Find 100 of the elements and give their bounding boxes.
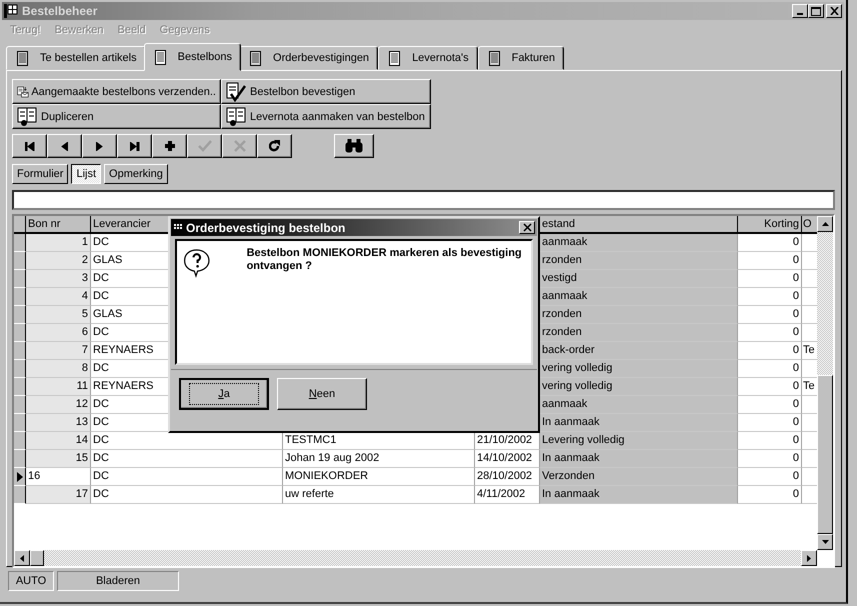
table-cell: 3	[26, 270, 91, 288]
row-indicator[interactable]	[14, 342, 26, 360]
table-cell: aanmaak	[540, 396, 738, 414]
column-header[interactable]: Korting	[738, 216, 802, 234]
table-cell: DC	[91, 468, 283, 486]
right-arrow-icon	[807, 554, 811, 562]
row-indicator[interactable]	[14, 468, 26, 486]
table-cell: 7	[26, 342, 91, 360]
row-indicator[interactable]	[14, 288, 26, 306]
action-button[interactable]: Dupliceren	[12, 104, 221, 129]
table-cell: 0	[738, 342, 802, 360]
tab[interactable]: Bestelbons	[144, 43, 242, 71]
table-icon	[488, 50, 500, 66]
action-button[interactable]: Aangemaakte bestelbons verzenden..	[12, 79, 221, 104]
table-cell: In aanmaak	[540, 450, 738, 468]
action-button[interactable]: Bestelbon bevestigen	[221, 79, 431, 104]
refresh-icon	[268, 140, 280, 152]
table-cell: 0	[738, 450, 802, 468]
scroll-thumb[interactable]	[30, 550, 44, 566]
navigator-button[interactable]	[257, 134, 292, 158]
tab[interactable]: Levernota's	[378, 46, 478, 70]
horizontal-scrollbar[interactable]	[14, 550, 817, 566]
up-arrow-icon	[822, 222, 828, 226]
row-indicator[interactable]	[14, 432, 26, 450]
view-tab[interactable]: Opmerking	[104, 164, 168, 184]
dialog-button[interactable]: Ja	[179, 378, 269, 410]
table-icon	[154, 50, 166, 64]
table-cell: 6	[26, 324, 91, 342]
binoculars-icon	[345, 139, 363, 153]
navigator-button[interactable]	[117, 134, 152, 158]
input-field[interactable]	[12, 190, 835, 210]
table-cell: 17	[26, 486, 91, 504]
first-icon	[24, 142, 34, 150]
vertical-scrollbar[interactable]	[817, 216, 833, 550]
row-indicator[interactable]	[14, 306, 26, 324]
table-cell: Levering volledig	[540, 432, 738, 450]
row-indicator[interactable]	[14, 450, 26, 468]
search-button[interactable]	[334, 134, 374, 158]
tab[interactable]: Te bestellen artikels	[6, 46, 146, 70]
navigator-button[interactable]	[152, 134, 187, 158]
next-icon	[96, 142, 103, 150]
tab[interactable]: Orderbevestigingen	[239, 46, 378, 70]
maximize-button[interactable]	[808, 4, 824, 18]
table-cell: rzonden	[540, 324, 738, 342]
navigator-button[interactable]	[12, 134, 47, 158]
row-indicator[interactable]	[14, 414, 26, 432]
grid-icon	[174, 224, 183, 232]
status-panel: Bladeren	[57, 571, 179, 591]
status-panel: AUTO	[8, 571, 54, 591]
table-cell: back-order	[540, 342, 738, 360]
grid-icon	[4, 4, 18, 18]
navigator-button[interactable]	[47, 134, 82, 158]
close-icon	[522, 223, 532, 232]
row-indicator[interactable]	[14, 486, 26, 504]
table-cell: 5	[26, 306, 91, 324]
table-cell: 0	[738, 234, 802, 252]
table-icon	[389, 50, 400, 66]
view-tab[interactable]: Formulier	[12, 164, 68, 184]
row-indicator[interactable]	[14, 360, 26, 378]
table-cell: 15	[26, 450, 91, 468]
close-icon	[830, 7, 838, 15]
table-cell: 0	[738, 378, 802, 396]
action-button[interactable]: Levernota aanmaken van bestelbon	[221, 104, 431, 129]
column-header[interactable]: estand	[540, 216, 738, 234]
close-button[interactable]	[826, 4, 842, 18]
table-cell: 0	[738, 468, 802, 486]
table-cell: Johan 19 aug 2002	[283, 450, 475, 468]
close-button[interactable]	[519, 221, 535, 234]
column-header[interactable]: Bon nr	[26, 216, 91, 234]
table-cell: 0	[738, 324, 802, 342]
navigator-button[interactable]	[82, 134, 117, 158]
table-icon	[250, 50, 262, 66]
table-cell: aanmaak	[540, 234, 738, 252]
last-icon	[130, 142, 140, 150]
table-cell: 0	[738, 288, 802, 306]
cross-icon	[234, 140, 246, 152]
minimize-button[interactable]	[792, 4, 808, 18]
table-cell: rzonden	[540, 306, 738, 324]
row-indicator[interactable]	[14, 270, 26, 288]
table-cell: 4	[26, 288, 91, 306]
view-tab[interactable]: Lijst	[71, 164, 102, 184]
table-cell: 0	[738, 252, 802, 270]
table-cell: rzonden	[540, 252, 738, 270]
document-check-icon	[226, 82, 248, 102]
scroll-thumb[interactable]	[817, 374, 833, 534]
row-indicator[interactable]	[14, 324, 26, 342]
table-icon	[17, 50, 28, 66]
table-cell: 0	[738, 270, 802, 288]
row-indicator[interactable]	[14, 252, 26, 270]
tab[interactable]: Fakturen	[478, 46, 564, 70]
table-cell: uw referte	[283, 486, 475, 504]
dialog-button[interactable]: Neen	[277, 378, 367, 410]
table-cell: 8	[26, 360, 91, 378]
window-title: Bestelbeheer	[22, 4, 98, 18]
row-indicator[interactable]	[14, 396, 26, 414]
row-indicator[interactable]	[14, 378, 26, 396]
row-indicator[interactable]	[14, 234, 26, 252]
table-cell: 0	[738, 396, 802, 414]
table-cell: 13	[26, 414, 91, 432]
table-cell: DC	[91, 486, 283, 504]
